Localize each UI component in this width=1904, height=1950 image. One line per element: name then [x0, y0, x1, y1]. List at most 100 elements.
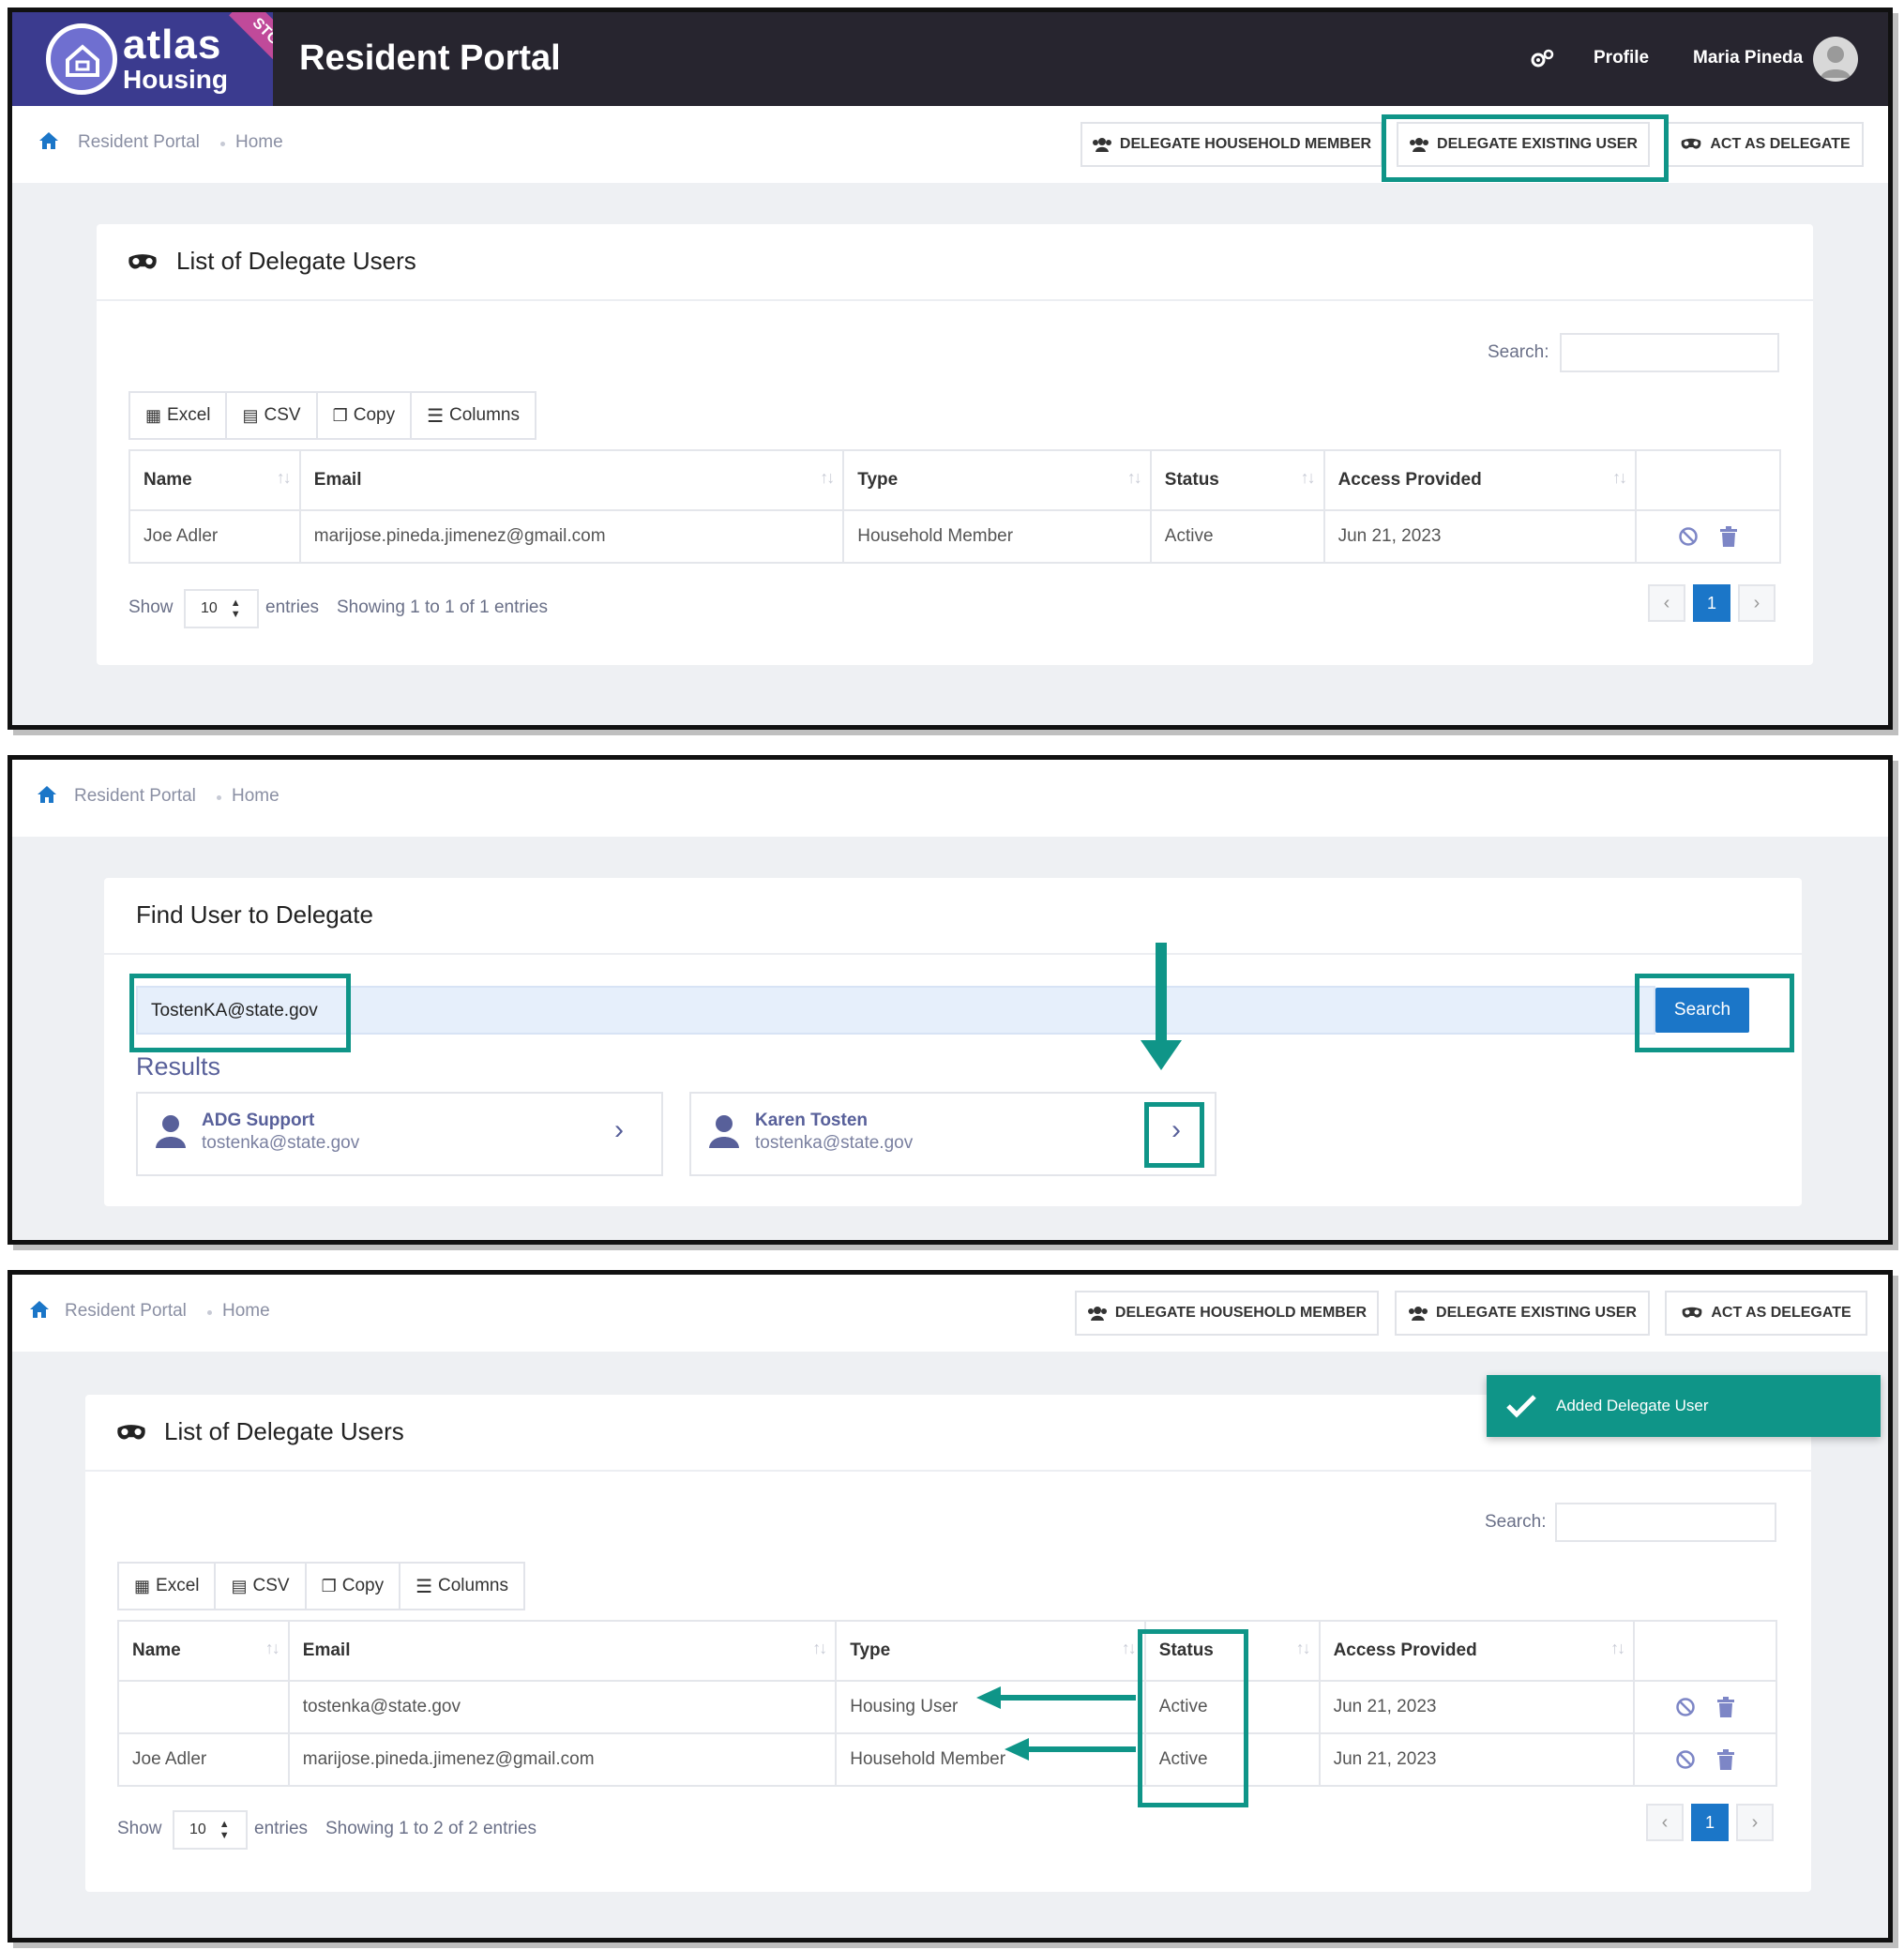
nav-user-name[interactable]: Maria Pineda	[1693, 48, 1803, 68]
cell-status: Active	[1149, 509, 1325, 564]
copy-icon: ❐	[321, 1576, 337, 1595]
page-button[interactable]: 1	[1693, 584, 1730, 622]
sort-icon: ↑↓	[1300, 468, 1316, 487]
sort-icon: ↑↓	[1295, 1639, 1311, 1657]
panel-find-user: Resident Portal Home Find User to Delega…	[8, 755, 1893, 1245]
button-label: Columns	[449, 405, 520, 425]
next-page-button[interactable]: ›	[1736, 1804, 1774, 1841]
gears-icon[interactable]	[1530, 48, 1554, 75]
highlight-status-column	[1138, 1629, 1248, 1807]
copy-icon: ❐	[332, 405, 348, 425]
button-label: Excel	[167, 405, 211, 425]
brand-sub: Housing	[123, 65, 228, 94]
sort-icon: ↑↓	[1126, 468, 1142, 487]
ban-icon[interactable]	[1678, 526, 1699, 547]
entries-select[interactable]: 10 ▲ ▼	[184, 589, 259, 628]
trash-icon[interactable]	[1716, 1749, 1735, 1770]
sort-icon: ↑↓	[1121, 1639, 1137, 1657]
column-label: Access Provided	[1333, 1640, 1477, 1660]
list-icon: ☰	[416, 1576, 433, 1597]
columns-button[interactable]: ☰ Columns	[400, 1564, 523, 1609]
export-button-group: ▦ Excel ▤ CSV ❐ Copy ☰ Columns	[117, 1562, 525, 1610]
results-label: Results	[136, 1052, 221, 1081]
excel-file-icon: ▦	[134, 1576, 151, 1595]
cell-email: marijose.pineda.jimenez@gmail.com	[287, 1732, 838, 1787]
logo[interactable]: atlas Housing STG	[12, 12, 273, 106]
result-email: tostenka@state.gov	[202, 1133, 360, 1153]
entries-value: 10	[201, 600, 218, 616]
trash-icon[interactable]	[1719, 526, 1738, 547]
select-arrows-icon: ▲ ▼	[219, 1819, 230, 1841]
table-row: Joe Adler marijose.pineda.jimenez@gmail.…	[117, 1732, 1777, 1787]
breadcrumb-root[interactable]: Resident Portal	[78, 132, 200, 153]
home-icon[interactable]	[29, 1300, 50, 1323]
cell-actions	[1633, 1732, 1777, 1787]
user-icon	[156, 1115, 186, 1148]
entries-select[interactable]: 10 ▲ ▼	[173, 1810, 248, 1850]
select-arrows-icon: ▲ ▼	[230, 597, 241, 620]
divider	[85, 1470, 1811, 1472]
ban-icon[interactable]	[1675, 1697, 1696, 1717]
act-as-delegate-button[interactable]: ACT AS DELEGATE	[1667, 122, 1864, 167]
table-header-row: Name ↑↓ Email ↑↓ Type ↑↓ Status ↑↓ Access Pr…	[128, 449, 1781, 511]
breadcrumb-root[interactable]: Resident Portal	[65, 1301, 187, 1322]
result-email: tostenka@state.gov	[755, 1133, 914, 1153]
delegate-list-card: List of Delegate Users Search: ▦ Excel ▤ C…	[85, 1395, 1811, 1892]
excel-button[interactable]: ▦ Excel	[130, 393, 228, 438]
copy-button[interactable]: ❐ Copy	[317, 393, 413, 438]
entries-value: 10	[189, 1822, 206, 1837]
column-header-type[interactable]: Type ↑↓	[835, 1620, 1146, 1682]
home-icon[interactable]	[37, 785, 57, 809]
home-icon[interactable]	[38, 131, 59, 155]
chevron-right-icon[interactable]: ›	[614, 1114, 624, 1146]
breadcrumb-root[interactable]: Resident Portal	[74, 786, 196, 807]
column-label: Type	[850, 1640, 891, 1660]
act-as-delegate-button[interactable]: ACT AS DELEGATE	[1665, 1291, 1867, 1336]
result-item[interactable]: Karen Tosten tostenka@state.gov ›	[689, 1092, 1216, 1176]
result-item[interactable]: ADG Support tostenka@state.gov ›	[136, 1092, 663, 1176]
delegate-existing-user-button[interactable]: DELEGATE EXISTING USER	[1395, 1291, 1650, 1336]
excel-button[interactable]: ▦ Excel	[119, 1564, 217, 1609]
column-header-status[interactable]: Status ↑↓	[1149, 449, 1325, 511]
column-label: Name	[132, 1640, 181, 1660]
find-user-card: Find User to Delegate TostenKA@state.gov…	[104, 878, 1802, 1206]
column-header-access-provided[interactable]: Access Provided ↑↓	[1322, 449, 1638, 511]
prev-page-button[interactable]: ‹	[1646, 1804, 1684, 1841]
column-label: Name	[144, 470, 192, 490]
checkmark-icon	[1506, 1395, 1536, 1418]
search-input[interactable]	[1560, 333, 1779, 372]
avatar[interactable]	[1813, 37, 1858, 82]
csv-file-icon: ▤	[231, 1576, 248, 1595]
copy-button[interactable]: ❐ Copy	[306, 1564, 401, 1609]
trash-icon[interactable]	[1716, 1697, 1735, 1717]
search-input[interactable]	[1555, 1503, 1776, 1542]
card-title: Find User to Delegate	[136, 900, 373, 929]
highlight-delegate-existing-user	[1382, 114, 1669, 182]
delegate-household-member-button[interactable]: DELEGATE HOUSEHOLD MEMBER	[1075, 1291, 1379, 1336]
column-header-email[interactable]: Email ↑↓	[287, 1620, 838, 1682]
nav-profile-link[interactable]: Profile	[1594, 48, 1649, 68]
column-header-name[interactable]: Name ↑↓	[117, 1620, 290, 1682]
csv-button[interactable]: ▤ CSV	[216, 1564, 307, 1609]
columns-button[interactable]: ☰ Columns	[412, 393, 535, 438]
sort-icon: ↑↓	[1610, 1639, 1625, 1657]
delegate-household-member-button[interactable]: DELEGATE HOUSEHOLD MEMBER	[1080, 122, 1383, 167]
breadcrumb-current: Home	[232, 786, 280, 806]
users-icon	[1409, 1307, 1428, 1321]
prev-page-button[interactable]: ‹	[1648, 584, 1685, 622]
next-page-button[interactable]: ›	[1738, 584, 1776, 622]
page-button[interactable]: 1	[1691, 1804, 1729, 1841]
csv-button[interactable]: ▤ CSV	[227, 393, 318, 438]
users-icon	[1092, 138, 1111, 152]
ban-icon[interactable]	[1675, 1749, 1696, 1770]
column-header-name[interactable]: Name ↑↓	[128, 449, 301, 511]
delegate-table: Name ↑↓ Email ↑↓ Type ↑↓ Status ↑↓ Access Pr…	[117, 1620, 1777, 1787]
column-header-type[interactable]: Type ↑↓	[842, 449, 1152, 511]
breadcrumb-current: Home	[222, 1301, 270, 1321]
column-header-access-provided[interactable]: Access Provided ↑↓	[1318, 1620, 1636, 1682]
button-label: CSV	[264, 405, 301, 425]
button-label: Copy	[353, 405, 396, 425]
user-search-input[interactable]	[136, 986, 1655, 1035]
column-label: Type	[857, 470, 899, 490]
column-header-email[interactable]: Email ↑↓	[298, 449, 845, 511]
